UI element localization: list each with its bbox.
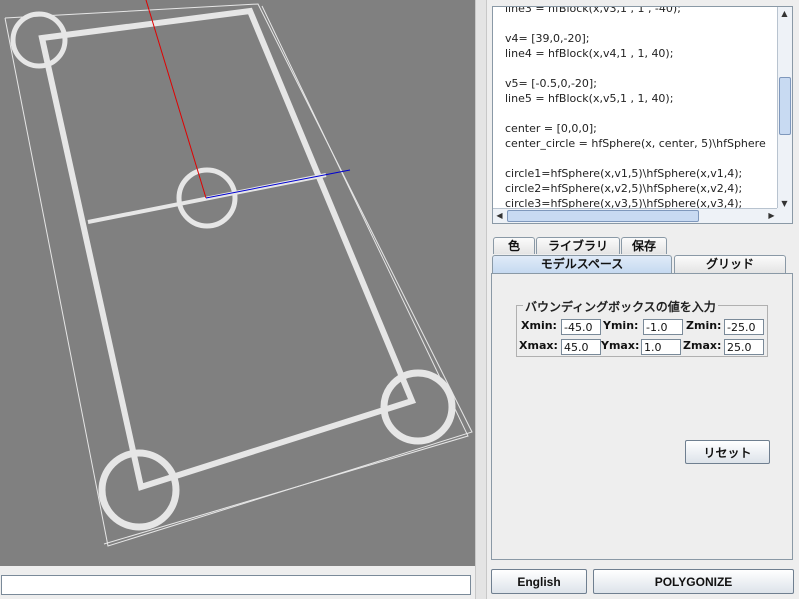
viewport-bottom-strip [0,566,475,575]
zmin-field[interactable] [724,319,764,335]
vertical-scroll-thumb[interactable] [779,77,791,135]
vertical-scrollbar[interactable]: ▲ ▼ [777,7,792,210]
xmin-field[interactable] [561,319,601,335]
model-space-panel: バウンディングボックスの値を入力 Xmin: Ymin: Zmin: Xmax:… [491,273,793,560]
ymax-label: Ymax: [601,339,640,352]
language-button[interactable]: English [491,569,587,594]
bounding-box-legend: バウンディングボックスの値を入力 [523,298,718,315]
xmin-label: Xmin: [521,319,557,332]
xmax-field[interactable] [561,339,601,355]
horizontal-scrollbar[interactable]: ◀ ▶ [493,208,778,223]
bounding-box-outline [4,3,473,547]
ymax-field[interactable] [641,339,681,355]
zmin-label: Zmin: [686,319,722,332]
model-viewport[interactable] [0,0,475,566]
code-area[interactable]: line3 = hfBlock(x,v3,1 , 1 , -40); v4= [… [493,7,778,210]
polygonize-button[interactable]: POLYGONIZE [593,569,794,594]
scroll-corner [777,208,792,223]
ymin-label: Ymin: [603,319,639,332]
axis-y-red [145,0,207,199]
split-pane-divider[interactable] [475,0,487,599]
tab-save[interactable]: 保存 [621,237,667,254]
script-editor[interactable]: line3 = hfBlock(x,v3,1 , 1 , -40); v4= [… [492,6,793,224]
scroll-left-arrow-icon[interactable]: ◀ [493,209,506,222]
zmax-label: Zmax: [683,339,722,352]
scroll-up-arrow-icon[interactable]: ▲ [778,7,791,20]
xmax-label: Xmax: [519,339,558,352]
court-boundary [38,7,417,491]
tab-model-space[interactable]: モデルスペース [492,255,672,274]
reset-button[interactable]: リセット [685,440,770,464]
command-input[interactable] [1,575,471,595]
tab-grid[interactable]: グリッド [674,255,786,273]
ymin-field[interactable] [643,319,683,335]
corner-circle-top-left [10,11,68,69]
model-render [4,0,473,547]
bounding-box-group: バウンディングボックスの値を入力 Xmin: Ymin: Zmin: Xmax:… [516,298,768,357]
zmax-field[interactable] [724,339,764,355]
code-text[interactable]: line3 = hfBlock(x,v3,1 , 1 , -40); v4= [… [505,7,766,210]
tab-color[interactable]: 色 [493,237,535,254]
tab-library[interactable]: ライブラリ [536,237,620,254]
bounding-box-edge [103,5,469,545]
horizontal-scroll-thumb[interactable] [507,210,699,222]
